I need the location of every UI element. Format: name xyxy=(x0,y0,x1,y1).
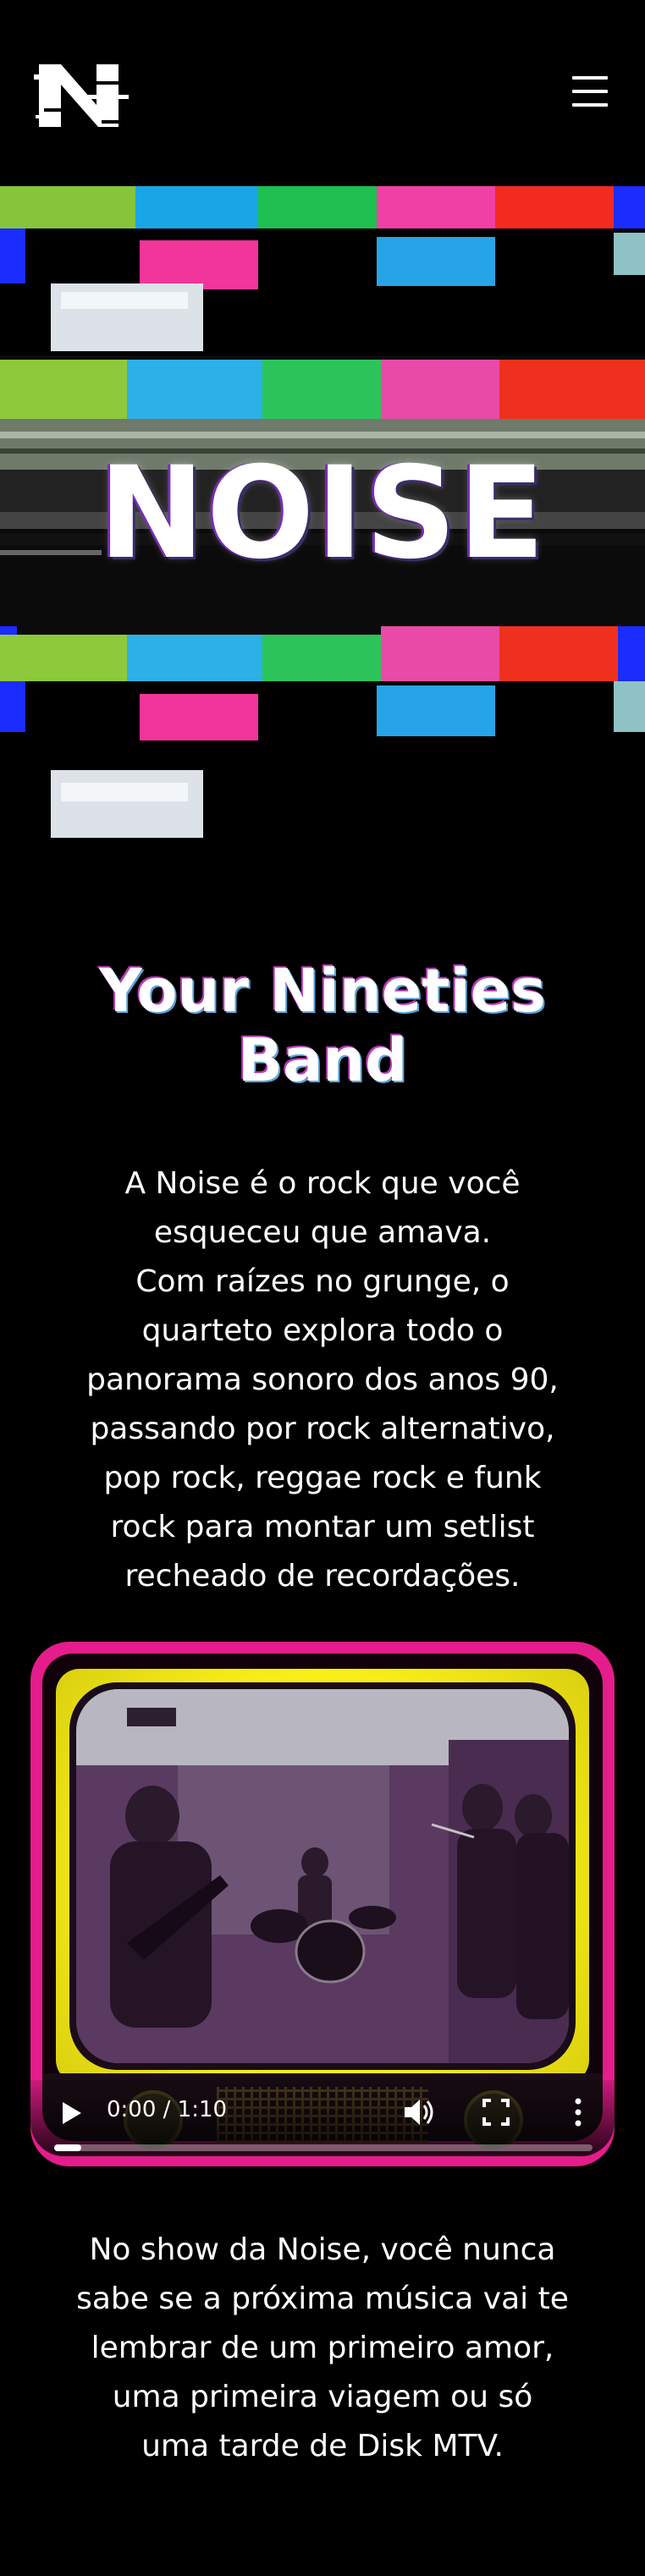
noise-logo-icon[interactable] xyxy=(34,56,129,134)
fullscreen-icon[interactable] xyxy=(482,2099,510,2126)
more-vertical-icon[interactable] xyxy=(572,2097,584,2127)
play-icon[interactable] xyxy=(59,2100,83,2126)
hero-title: NOISE xyxy=(98,440,547,587)
band-rehearsal-video-still xyxy=(76,1689,569,2063)
hero-banner: NOISE xyxy=(0,186,645,846)
hamburger-menu-icon[interactable] xyxy=(569,74,611,108)
video-progress-bar[interactable] xyxy=(54,2144,593,2151)
band-tagline-heading: Your Nineties Band xyxy=(99,956,546,1095)
video-time-display: 0:00 / 1:10 xyxy=(107,2097,228,2122)
volume-icon[interactable] xyxy=(403,2097,437,2127)
band-description: A Noise é o rock que você esqueceu que a… xyxy=(86,1166,559,1593)
video-progress-fill xyxy=(54,2144,81,2151)
show-description: No show da Noise, você nunca sabe se a p… xyxy=(76,2232,569,2463)
site-header xyxy=(0,0,645,186)
video-frame[interactable] xyxy=(76,1689,569,2063)
